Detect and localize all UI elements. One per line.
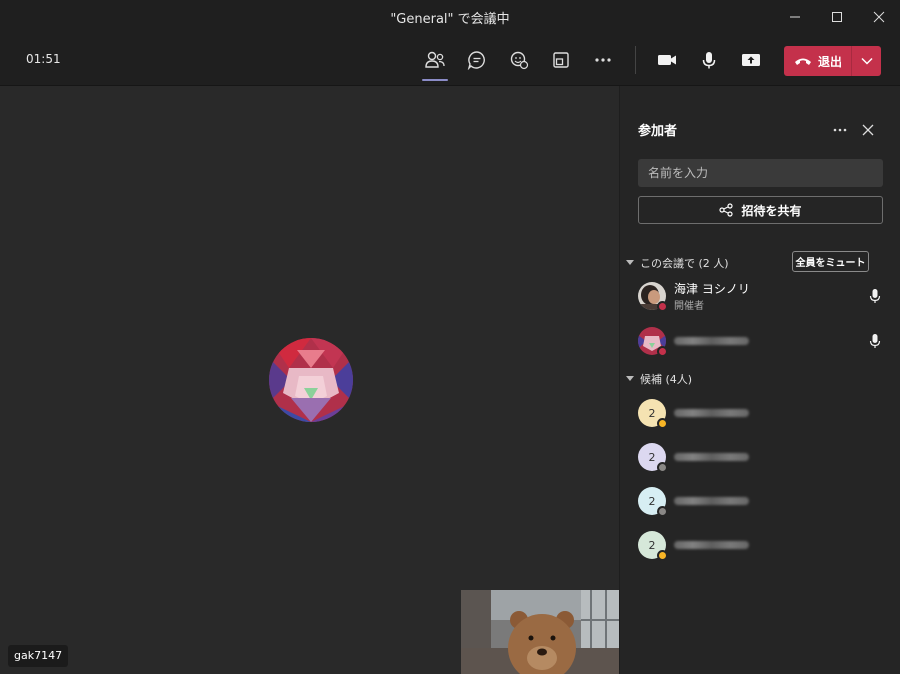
- mic-icon: [702, 52, 716, 69]
- title-bar: "General" で会議中: [0, 0, 900, 34]
- suggested-name-redacted: [674, 497, 749, 505]
- avatar: 2: [638, 487, 668, 517]
- minimize-icon: [790, 16, 800, 18]
- mute-all-button[interactable]: 全員をミュート: [792, 251, 869, 272]
- avatar: [638, 282, 668, 312]
- leave-options-button[interactable]: [852, 46, 881, 76]
- chevron-down-icon: [860, 57, 873, 65]
- close-icon: [862, 124, 874, 136]
- suggested-row[interactable]: 2: [638, 398, 883, 429]
- camera-button[interactable]: [654, 47, 680, 73]
- away-status-icon: [657, 550, 668, 561]
- maximize-button[interactable]: [816, 0, 858, 34]
- participant-name: 海津 ヨシノリ: [674, 282, 750, 296]
- participant-row[interactable]: [638, 326, 883, 357]
- toolbar-divider: [635, 46, 636, 74]
- microphone-button[interactable]: [696, 47, 722, 73]
- chat-icon: [467, 51, 485, 70]
- share-icon: [719, 203, 734, 217]
- avatar: [638, 327, 668, 357]
- meeting-timer: 01:51: [26, 52, 61, 66]
- suggested-row[interactable]: 2: [638, 530, 883, 561]
- caret-down-icon: [626, 260, 634, 265]
- suggested-name-redacted: [674, 409, 749, 417]
- in-meeting-section-toggle[interactable]: この会議で (2 人): [626, 255, 729, 271]
- participant-role: 開催者: [674, 301, 704, 312]
- suggested-heading: 候補 (4人): [640, 373, 693, 386]
- share-screen-button[interactable]: [738, 47, 764, 73]
- mic-icon: [869, 334, 881, 348]
- suggested-section-toggle[interactable]: 候補 (4人): [626, 371, 692, 387]
- share-invite-label: 招待を共有: [741, 203, 802, 218]
- suggested-name-redacted: [674, 453, 749, 461]
- participants-button[interactable]: [422, 47, 448, 73]
- meeting-stage: gak7147: [0, 86, 619, 674]
- self-name-tag: gak7147: [8, 645, 69, 667]
- participant-name-redacted: [674, 337, 749, 345]
- chat-button[interactable]: [464, 47, 490, 73]
- away-status-icon: [657, 418, 668, 429]
- avatar: 2: [638, 399, 668, 429]
- avatar: 2: [638, 531, 668, 561]
- mic-icon: [869, 289, 881, 303]
- in-meeting-heading: この会議で (2 人): [640, 257, 729, 270]
- panel-more-button[interactable]: [830, 120, 850, 140]
- window-title: "General" で会議中: [390, 11, 510, 27]
- participant-mic-status: [867, 333, 883, 349]
- more-actions-button[interactable]: [590, 47, 616, 73]
- avatar: 2: [638, 443, 668, 473]
- maximize-icon: [832, 12, 842, 22]
- meeting-toolbar: 01:51 退出: [0, 34, 900, 86]
- suggested-name-redacted: [674, 541, 749, 549]
- self-video-preview[interactable]: [461, 590, 619, 674]
- reactions-button[interactable]: [506, 47, 532, 73]
- breakout-rooms-button[interactable]: [548, 47, 574, 73]
- teams-meeting-window: "General" で会議中 01:51 退出 gak7147 参加者 名前を入…: [0, 0, 900, 674]
- participant-search-input[interactable]: [638, 159, 883, 187]
- close-icon: [873, 11, 885, 23]
- share-screen-icon: [742, 54, 760, 66]
- participants-icon: [425, 51, 445, 68]
- participant-row[interactable]: 海津 ヨシノリ 開催者: [638, 281, 883, 312]
- busy-status-icon: [657, 301, 668, 312]
- leave-button[interactable]: 退出: [784, 46, 881, 76]
- close-window-button[interactable]: [858, 0, 900, 34]
- window-controls: [774, 0, 900, 34]
- hang-up-icon: [795, 58, 811, 65]
- active-tab-indicator: [422, 79, 448, 81]
- share-invite-button[interactable]: 招待を共有: [638, 196, 883, 224]
- participants-panel: 参加者 招待を共有 この会議で (2 人): [619, 86, 900, 674]
- camera-icon: [658, 55, 676, 65]
- suggested-row[interactable]: 2: [638, 442, 883, 473]
- rooms-icon: [553, 52, 569, 68]
- suggested-row[interactable]: 2: [638, 486, 883, 517]
- reactions-icon: [510, 51, 529, 70]
- participant-mic-status: [867, 288, 883, 304]
- offline-status-icon: [657, 462, 668, 473]
- offline-status-icon: [657, 506, 668, 517]
- caret-down-icon: [626, 376, 634, 381]
- minimize-button[interactable]: [774, 0, 816, 34]
- participant-avatar-large: [269, 338, 353, 422]
- leave-main-button[interactable]: 退出: [784, 46, 851, 76]
- busy-status-icon: [657, 346, 668, 357]
- leave-label: 退出: [818, 54, 843, 69]
- panel-close-button[interactable]: [858, 120, 878, 140]
- panel-title: 参加者: [638, 124, 678, 139]
- more-icon: [595, 58, 611, 62]
- more-icon: [833, 128, 847, 132]
